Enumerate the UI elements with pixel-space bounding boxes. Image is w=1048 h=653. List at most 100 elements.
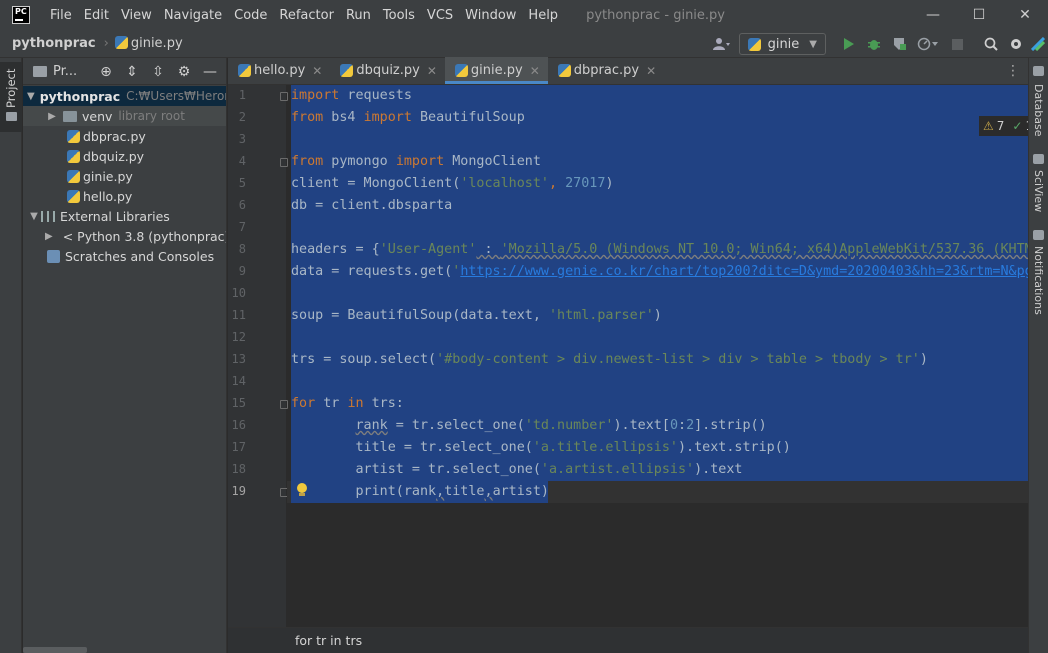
notifications-tool-tab[interactable]: Notifications	[1031, 230, 1047, 320]
gear-icon[interactable]: ⚙	[171, 64, 197, 80]
expand-all-icon[interactable]: ⇕	[119, 64, 145, 80]
tree-item-python-sdk[interactable]: ▶ < Python 3.8 (pythonprac) >	[23, 226, 226, 246]
run-configuration-select[interactable]: ginie ▼	[738, 33, 826, 55]
minimize-button[interactable]: —	[910, 0, 956, 30]
run-icon[interactable]	[836, 33, 861, 55]
tree-item-file[interactable]: dbprac.py	[23, 126, 226, 146]
update-icon[interactable]	[1028, 33, 1048, 55]
left-tool-stripe: Project	[0, 58, 22, 653]
code-line: for tr in trs:	[291, 396, 404, 411]
maximize-button[interactable]: ☐	[956, 0, 1002, 30]
chevron-down-icon: ▼	[27, 90, 35, 102]
locate-icon[interactable]: ⊕	[93, 64, 119, 80]
folder-icon	[33, 65, 47, 77]
python-file-icon	[67, 129, 80, 143]
more-vertical-icon[interactable]: ⋮	[1006, 63, 1020, 79]
line-number: 10	[231, 286, 246, 300]
code-line: trs = soup.select('#body-content > div.n…	[291, 352, 928, 367]
tree-item-label: External Libraries	[60, 208, 170, 224]
url-link[interactable]: https://www.genie.co.kr/chart/top200?dit…	[460, 264, 1028, 279]
weak-warning-icon: ✓	[1012, 119, 1023, 133]
breadcrumb-project[interactable]: pythonprac	[12, 36, 96, 51]
bell-icon	[1033, 230, 1044, 240]
folder-icon	[63, 110, 77, 122]
menu-help[interactable]: Help	[522, 8, 564, 23]
tree-item-file[interactable]: dbquiz.py	[23, 146, 226, 166]
stop-icon[interactable]	[945, 33, 970, 55]
close-icon[interactable]: ✕	[530, 64, 540, 78]
tree-item-label: hello.py	[83, 188, 133, 204]
tree-item-label: < Python 3.8 (pythonprac) >	[62, 228, 227, 244]
settings-icon[interactable]	[1003, 33, 1028, 55]
menu-refactor[interactable]: Refactor	[273, 8, 340, 23]
close-icon[interactable]: ✕	[427, 64, 437, 78]
project-tool-tab[interactable]: Project	[0, 62, 22, 132]
hide-icon[interactable]: —	[197, 64, 223, 80]
editor: hello.py ✕ dbquiz.py ✕ ginie.py ✕ dbprac.py…	[228, 57, 1028, 653]
menu-window[interactable]: Window	[459, 8, 522, 23]
library-icon	[41, 210, 55, 222]
tab-dbprac-py[interactable]: dbprac.py ✕	[548, 57, 664, 84]
breadcrumb-file[interactable]: ginie.py	[114, 36, 183, 51]
code-breadcrumb[interactable]: for tr in trs	[295, 633, 362, 648]
menu-tools[interactable]: Tools	[377, 8, 421, 23]
code-line: title = tr.select_one('a.title.ellipsis'…	[291, 440, 791, 455]
tree-item-file[interactable]: hello.py	[23, 186, 226, 206]
menu-edit[interactable]: Edit	[78, 8, 115, 23]
tree-item-project-root[interactable]: ▼ pythonprac C:₩Users₩Heron	[23, 86, 226, 106]
menu-file[interactable]: File	[44, 8, 78, 23]
code-line: db = client.dbsparta	[291, 198, 453, 213]
tab-ginie-py[interactable]: ginie.py ✕	[444, 57, 548, 84]
tree-item-path: C:₩Users₩Heron	[126, 89, 227, 103]
profile-icon[interactable]	[911, 33, 945, 55]
menu-navigate[interactable]: Navigate	[158, 8, 228, 23]
menu-vcs[interactable]: VCS	[421, 8, 459, 23]
line-number: 5	[238, 176, 246, 190]
python-file-icon	[454, 64, 468, 77]
debug-icon[interactable]	[861, 33, 886, 55]
code-line: rank = tr.select_one('td.number').text[0…	[355, 418, 767, 433]
menu-view[interactable]: View	[115, 8, 158, 23]
horizontal-scrollbar[interactable]	[23, 647, 87, 653]
tab-dbquiz-py[interactable]: dbquiz.py ✕	[330, 57, 445, 84]
editor-tabs: hello.py ✕ dbquiz.py ✕ ginie.py ✕ dbprac.py…	[228, 57, 1028, 85]
tree-item-scratches[interactable]: Scratches and Consoles	[23, 246, 226, 266]
menu-run[interactable]: Run	[340, 8, 377, 23]
close-button[interactable]: ✕	[1002, 0, 1048, 30]
right-tool-stripe: Database SciView Notifications	[1028, 58, 1048, 653]
python-file-icon	[114, 36, 128, 49]
tree-item-venv[interactable]: ▶ venv library root	[23, 106, 226, 126]
lightbulb-icon[interactable]	[297, 483, 307, 496]
code-breadcrumb-bar: for tr in trs	[228, 627, 1028, 653]
scratches-icon	[47, 249, 60, 263]
tab-label: dbquiz.py	[356, 63, 420, 78]
tree-item-sub: library root	[118, 109, 185, 123]
code-area[interactable]: import requests from bs4 import Beautifu…	[287, 85, 1028, 627]
tree-item-label: ginie.py	[83, 168, 133, 184]
folder-icon	[6, 112, 17, 121]
user-icon[interactable]	[705, 33, 739, 55]
tree-item-label: dbprac.py	[83, 128, 146, 144]
project-panel-title[interactable]: Pr...	[53, 64, 77, 79]
line-number: 12	[231, 330, 246, 344]
line-number: 11	[231, 308, 246, 322]
project-tool-tab-label: Project	[4, 68, 18, 108]
run-configuration-label: ginie	[767, 36, 800, 52]
tree-item-label: pythonprac	[39, 88, 121, 104]
collapse-all-icon[interactable]: ⇳	[145, 64, 171, 80]
tree-item-external-libraries[interactable]: ▼ External Libraries	[23, 206, 226, 226]
close-icon[interactable]: ✕	[312, 64, 322, 78]
tree-item-file[interactable]: ginie.py	[23, 166, 226, 186]
code-line: print(rank,title,artist)	[291, 484, 549, 499]
chevron-down-icon: ▼	[809, 38, 817, 50]
coverage-icon[interactable]	[886, 33, 911, 55]
line-number: 8	[238, 242, 246, 256]
search-icon[interactable]	[978, 33, 1003, 55]
inspections-widget[interactable]: ⚠7 ✓1 ︿ ﹀	[979, 116, 1028, 136]
database-tool-tab[interactable]: Database	[1031, 66, 1047, 137]
sciview-tool-tab[interactable]: SciView	[1031, 154, 1047, 214]
tab-hello-py[interactable]: hello.py ✕	[228, 57, 330, 84]
line-number: 3	[238, 132, 246, 146]
close-icon[interactable]: ✕	[646, 64, 656, 78]
menu-code[interactable]: Code	[228, 8, 273, 23]
